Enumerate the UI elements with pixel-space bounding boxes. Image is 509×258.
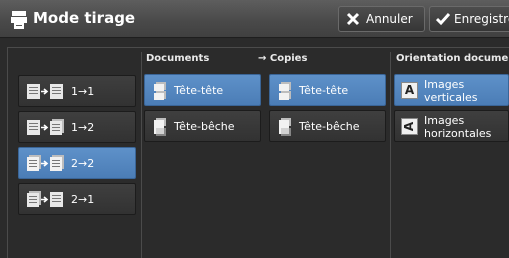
orientation-option-label: Images horizontales [424, 114, 492, 140]
duplex-arrow-icon [27, 191, 63, 207]
documents-tete-tete-button[interactable]: Tête-tête [144, 74, 261, 106]
letter-a-icon: A [401, 118, 418, 135]
orientation-option-label: Images verticales [424, 78, 478, 104]
documents-option-label: Tête-tête [174, 84, 224, 97]
page-stack-icon [154, 82, 166, 100]
duplex-arrow-icon [27, 155, 64, 171]
mode-label: 1→1 [71, 85, 95, 98]
page-title: Mode tirage [33, 9, 136, 27]
mode-button-1-2[interactable]: 1→2 [18, 111, 136, 143]
save-label: Enregistrer [454, 12, 509, 26]
save-button[interactable]: Enregistrer [429, 6, 509, 32]
mode-label: 1→2 [71, 121, 95, 134]
duplex-arrow-icon [27, 119, 64, 135]
page-stack-icon [279, 82, 291, 100]
cancel-label: Annuler [366, 12, 413, 26]
copier-icon [11, 11, 27, 29]
copies-option-label: Tête-bêche [299, 120, 360, 133]
mode-button-2-1[interactable]: 2→1 [18, 183, 136, 215]
images-verticales-button[interactable]: A Images verticales [394, 74, 509, 106]
column-divider [141, 52, 142, 258]
cancel-button[interactable]: Annuler [338, 6, 425, 32]
letter-a-icon: A [401, 82, 418, 99]
orientation-heading: Orientation document [396, 53, 509, 64]
images-horizontales-button[interactable]: A Images horizontales [394, 110, 509, 142]
copies-option-label: Tête-tête [299, 84, 349, 97]
mode-button-1-1[interactable]: 1→1 [18, 75, 136, 107]
documents-heading: Documents [146, 53, 210, 64]
duplex-arrow-icon [27, 84, 63, 99]
column-divider [390, 52, 391, 258]
page-stack-icon [154, 118, 166, 136]
mode-button-2-2[interactable]: 2→2 [18, 147, 136, 179]
page-stack-icon [279, 118, 291, 136]
checkmark-icon [436, 13, 450, 26]
copies-heading: → Copies [258, 53, 308, 64]
copies-tete-tete-button[interactable]: Tête-tête [269, 74, 386, 106]
copies-tete-beche-button[interactable]: Tête-bêche [269, 110, 386, 142]
documents-tete-beche-button[interactable]: Tête-bêche [144, 110, 261, 142]
mode-label: 2→2 [71, 157, 95, 170]
mode-label: 2→1 [71, 193, 95, 206]
documents-option-label: Tête-bêche [174, 120, 235, 133]
x-icon [346, 12, 360, 26]
